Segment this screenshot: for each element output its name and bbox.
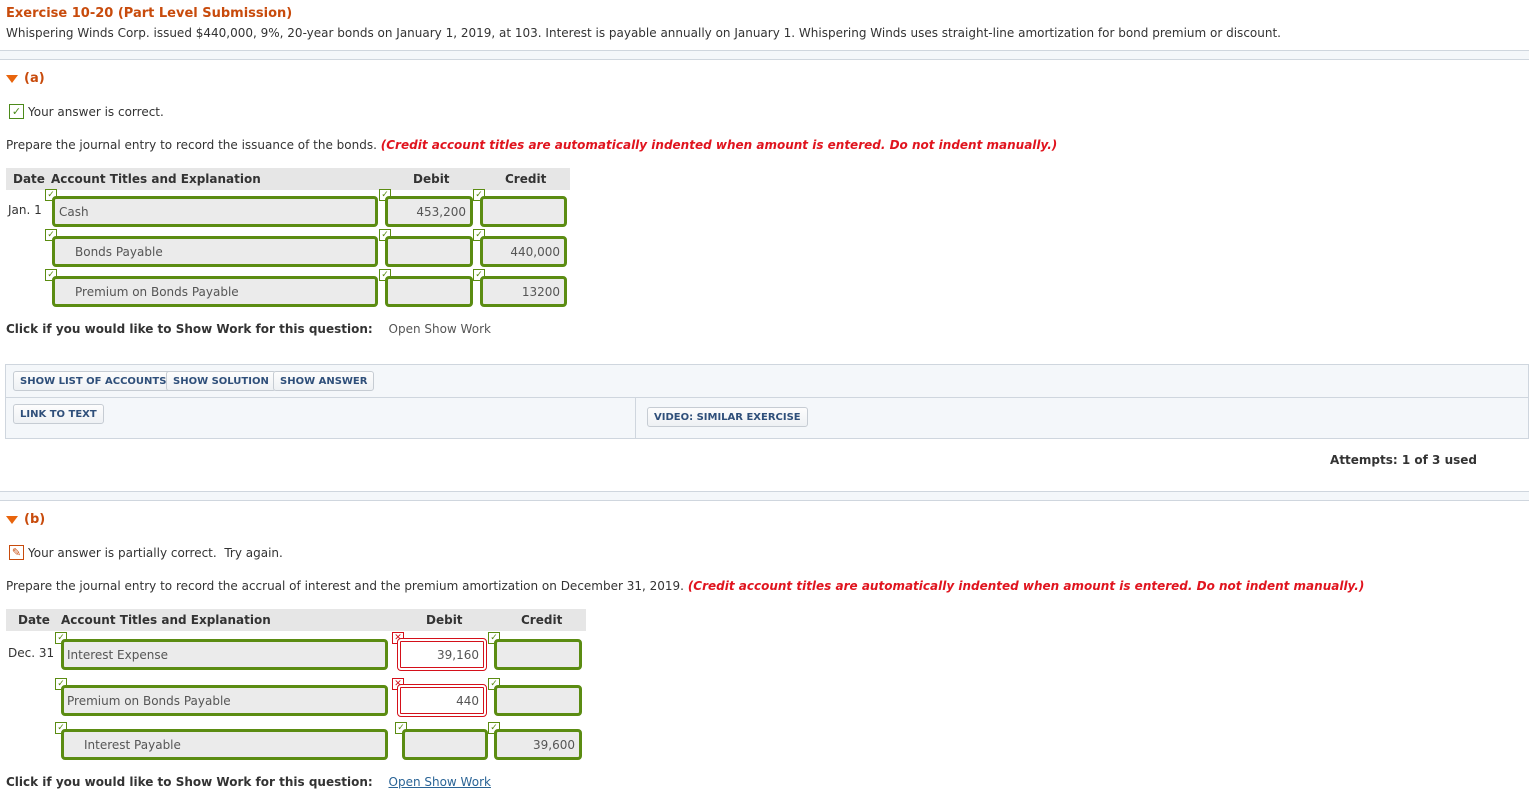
part-a-prompt: Prepare the journal entry to record the … [6,138,1057,152]
show-solution-button[interactable]: SHOW SOLUTION [166,371,276,391]
section-divider [0,50,1529,60]
row-date: Jan. 1 [8,203,42,217]
show-work-label: Click if you would like to Show Work for… [6,775,373,789]
account-field[interactable]: Bonds Payable [52,236,378,267]
account-value: Interest Payable [84,737,181,752]
header-credit: Credit [521,613,563,627]
debit-field[interactable]: 453,200 [385,196,473,227]
link-to-text-button[interactable]: LINK TO TEXT [13,404,104,424]
check-icon: ✓ [9,104,24,119]
header-date: Date [13,172,45,186]
debit-field[interactable] [385,276,473,307]
open-show-work-link[interactable]: Open Show Work [389,322,491,336]
debit-value: 440 [456,693,479,708]
header-debit: Debit [426,613,463,627]
part-b-prompt: Prepare the journal entry to record the … [6,579,1364,593]
part-a-show-work: Click if you would like to Show Work for… [6,322,491,336]
account-value: Bonds Payable [75,244,163,259]
credit-field[interactable]: 39,600 [494,729,582,760]
credit-field[interactable]: 13200 [480,276,567,307]
part-b-label: (b) [24,512,46,527]
panel-divider [635,397,636,439]
header-account: Account Titles and Explanation [61,613,271,627]
header-debit: Debit [413,172,450,186]
credit-value: 440,000 [510,244,560,259]
part-b-prompt-text: Prepare the journal entry to record the … [6,579,684,593]
part-a-label: (a) [24,71,45,86]
part-a-status-text: Your answer is correct. [28,104,164,119]
part-b-instruction: (Credit account titles are automatically… [687,579,1365,593]
part-b-status-text: Your answer is partially correct. Try ag… [28,545,283,560]
debit-field-incorrect[interactable]: 440 [397,684,487,717]
credit-value: 39,600 [533,737,575,752]
part-a-prompt-text: Prepare the journal entry to record the … [6,138,377,152]
header-credit: Credit [505,172,547,186]
account-field[interactable]: Interest Payable [61,729,388,760]
credit-field[interactable] [494,685,582,716]
part-a-table-header: Date Account Titles and Explanation Debi… [6,168,570,190]
debit-field[interactable] [385,236,473,267]
part-a-instruction: (Credit account titles are automatically… [380,138,1058,152]
show-work-label: Click if you would like to Show Work for… [6,322,373,336]
account-value: Premium on Bonds Payable [67,693,231,708]
attempts-counter: Attempts: 1 of 3 used [1330,453,1477,467]
credit-field[interactable] [480,196,567,227]
account-field[interactable]: Premium on Bonds Payable [52,276,378,307]
tool-panel: SHOW LIST OF ACCOUNTS SHOW SOLUTION SHOW… [5,364,1529,439]
part-b-show-work: Click if you would like to Show Work for… [6,775,491,789]
panel-divider [6,397,1528,398]
header-account: Account Titles and Explanation [51,172,261,186]
show-list-of-accounts-button[interactable]: SHOW LIST OF ACCOUNTS [13,371,174,391]
debit-field[interactable] [402,729,488,760]
open-show-work-link[interactable]: Open Show Work [389,775,491,789]
part-a-status: ✓ Your answer is correct. [9,104,164,119]
collapse-triangle-icon [6,515,18,524]
account-value: Interest Expense [67,647,168,662]
pencil-icon: ✎ [9,545,24,560]
debit-value: 39,160 [437,647,479,662]
debit-field-incorrect[interactable]: 39,160 [397,638,487,671]
credit-value: 13200 [521,284,560,299]
part-b-table-header: Date Account Titles and Explanation Debi… [6,609,586,631]
section-divider [0,491,1529,501]
account-value: Cash [59,204,89,219]
account-field[interactable]: Premium on Bonds Payable [61,685,388,716]
header-date: Date [18,613,50,627]
account-value: Premium on Bonds Payable [75,284,239,299]
account-field[interactable]: Interest Expense [61,639,388,670]
part-b-status: ✎ Your answer is partially correct. Try … [9,545,283,560]
debit-value: 453,200 [416,204,466,219]
exercise-description: Whispering Winds Corp. issued $440,000, … [6,26,1281,40]
video-similar-exercise-button[interactable]: VIDEO: SIMILAR EXERCISE [647,407,808,427]
part-a-header[interactable]: (a) [6,71,45,86]
show-answer-button[interactable]: SHOW ANSWER [273,371,375,391]
account-field[interactable]: Cash [52,196,378,227]
credit-field[interactable]: 440,000 [480,236,567,267]
credit-field[interactable] [494,639,582,670]
exercise-title: Exercise 10-20 (Part Level Submission) [6,6,293,21]
part-b-header[interactable]: (b) [6,512,45,527]
row-date: Dec. 31 [8,646,55,660]
collapse-triangle-icon [6,74,18,83]
